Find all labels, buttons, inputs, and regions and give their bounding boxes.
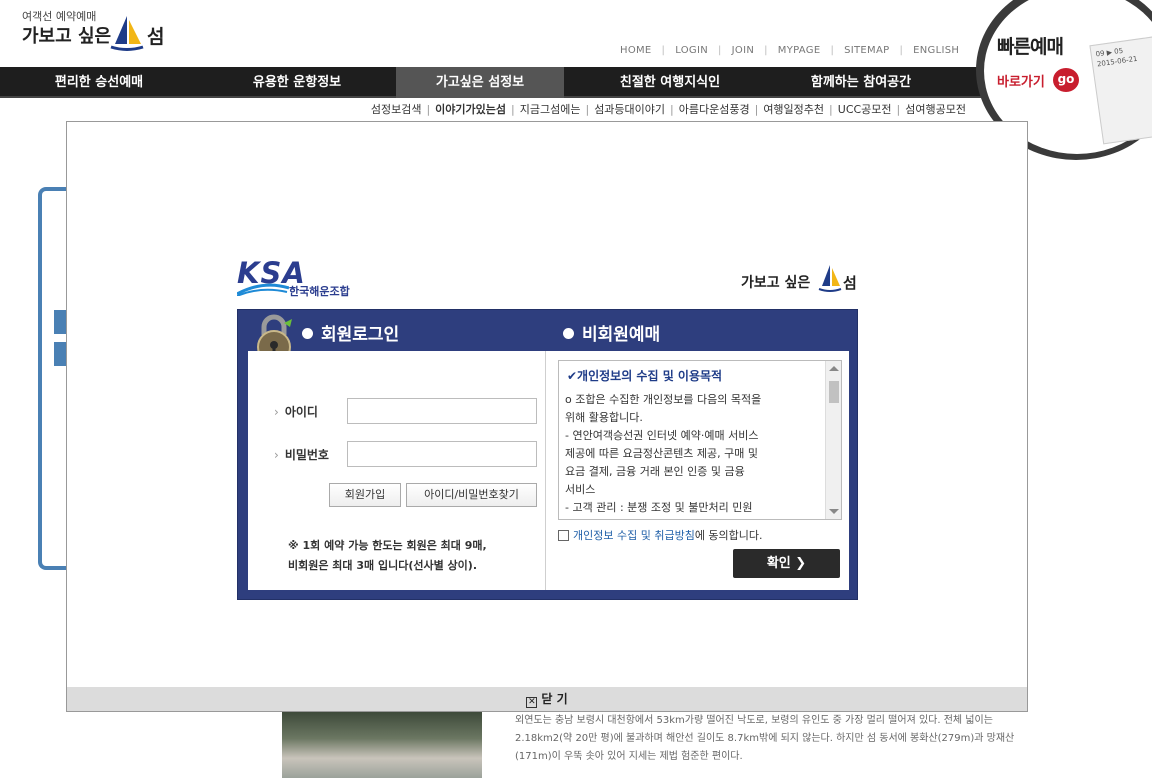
agree-text: 에 동의합니다.: [694, 529, 763, 542]
close-icon: ✕: [526, 697, 538, 708]
member-login-tab[interactable]: 회원로그인: [302, 320, 399, 345]
nav-login[interactable]: LOGIN: [675, 45, 708, 56]
radio-selected-icon: [302, 328, 313, 339]
scroll-thumb[interactable]: [829, 381, 839, 403]
snb-item[interactable]: 여행일정추천: [763, 101, 824, 117]
modal-brand-text: 가보고 싶은: [741, 275, 811, 291]
gnb-island-info[interactable]: 가고싶은 섬정보: [396, 67, 564, 98]
ksa-name: 한국해운조합: [289, 285, 350, 298]
brand-logo-text[interactable]: 가보고 싶은: [22, 22, 111, 48]
nonmember-panel: ✔개인정보의 수집 및 이용목적 o 조합은 수집한 개인정보를 다음의 목적을…: [558, 351, 848, 590]
quick-go-button[interactable]: go: [1053, 68, 1079, 92]
id-input[interactable]: [347, 398, 537, 424]
sail-logo-icon: [818, 265, 842, 292]
snb-item[interactable]: 섬과등대이야기: [594, 101, 665, 117]
nonmember-title: 비회원예매: [582, 325, 661, 345]
nonmember-booking-tab[interactable]: 비회원예매: [563, 320, 660, 345]
snb-item[interactable]: 섬정보검색: [371, 101, 422, 117]
gnb-operation-info[interactable]: 유용한 운항정보: [198, 67, 396, 98]
nav-sitemap[interactable]: SITEMAP: [844, 45, 889, 56]
member-login-title: 회원로그인: [321, 325, 400, 345]
page: 여객선 예약예매 가보고 싶은 섬 HOME | LOGIN | JOIN | MYP…: [0, 0, 1152, 778]
nav-english[interactable]: ENGLISH: [913, 45, 959, 56]
sub-nav: 섬정보검색 | 이야기가있는섬 | 지금그섬에는 | 섬과등대이야기 | 아름다운섬풍경…: [370, 101, 966, 117]
gnb-travel-knowledge[interactable]: 친절한 여행지식인: [564, 67, 776, 98]
nav-home[interactable]: HOME: [620, 45, 652, 56]
close-button[interactable]: ✕ 닫 기: [67, 687, 1027, 711]
snb-item[interactable]: 아름다운섬풍경: [679, 101, 750, 117]
sail-logo-icon: [110, 16, 144, 51]
snb-item[interactable]: 섬여행공모전: [905, 101, 966, 117]
privacy-title: ✔개인정보의 수집 및 이용목적: [567, 369, 723, 383]
privacy-policy-link[interactable]: 개인정보 수집 및 취급방침: [573, 527, 695, 543]
privacy-policy-box: ✔개인정보의 수집 및 이용목적 o 조합은 수집한 개인정보를 다음의 목적을…: [558, 360, 842, 520]
id-label: › 아이디: [274, 405, 318, 419]
login-box: 회원로그인 비회원예매 › 아이디 › 비밀번호 회원가입 아이디/비밀번호찾기 ※…: [237, 309, 858, 600]
privacy-scrollbar[interactable]: [825, 361, 841, 519]
ksa-swoosh-icon: [237, 283, 289, 296]
close-label: 닫 기: [541, 692, 568, 706]
booking-limit-note: ※ 1회 예약 가능 한도는 회원은 최대 9매, 비회원은 최대 3매 입니다…: [288, 539, 487, 572]
radio-icon: [563, 328, 574, 339]
snb-item[interactable]: 지금그섬에는: [520, 101, 581, 117]
password-input[interactable]: [347, 441, 537, 467]
gnb-participation[interactable]: 함께하는 참여공간: [776, 67, 946, 98]
privacy-agree: 개인정보 수집 및 취급방침 에 동의합니다.: [558, 527, 763, 543]
snb-item-active[interactable]: 이야기가있는섬: [435, 101, 506, 117]
island-description: 외연도는 충남 보령시 대천항에서 53km가량 떨어진 낙도로, 보령의 유인…: [515, 715, 1015, 762]
confirm-button[interactable]: 확인 ❯: [733, 549, 840, 578]
login-modal: KSA 한국해운조합 가보고 싶은 섬 회원로그인 비회원예매 › 아이디 › …: [66, 121, 1028, 712]
island-photo: [282, 712, 482, 778]
background-panel: [38, 187, 68, 570]
nav-join[interactable]: JOIN: [732, 45, 754, 56]
modal-brand-island: 섬: [843, 274, 857, 292]
find-id-password-button[interactable]: 아이디/비밀번호찾기: [406, 483, 537, 507]
gnb-booking[interactable]: 편리한 승선예매: [0, 67, 198, 98]
password-label: › 비밀번호: [274, 448, 329, 462]
join-button[interactable]: 회원가입: [329, 483, 401, 507]
privacy-text: o 조합은 수집한 개인정보를 다음의 목적을 위해 활용합니다. - 연안여객…: [565, 393, 762, 514]
ksa-logo: KSA 한국해운조합: [237, 256, 350, 298]
agree-checkbox[interactable]: [558, 529, 569, 541]
quick-booking-title[interactable]: 빠른예매: [997, 32, 1064, 59]
scroll-down-icon[interactable]: [829, 509, 839, 514]
login-body: › 아이디 › 비밀번호 회원가입 아이디/비밀번호찾기 ※ 1회 예약 가능 한도…: [248, 351, 849, 590]
nav-mypage[interactable]: MYPAGE: [778, 45, 821, 56]
member-login-panel: › 아이디 › 비밀번호 회원가입 아이디/비밀번호찾기 ※ 1회 예약 가능 한도…: [248, 351, 546, 590]
utility-nav: HOME | LOGIN | JOIN | MYPAGE | SITEMAP | ENGL…: [620, 45, 960, 56]
quick-booking-link[interactable]: 바로가기: [997, 71, 1045, 90]
brand-logo-island: 섬: [147, 26, 165, 48]
scroll-up-icon[interactable]: [829, 366, 839, 371]
snb-item[interactable]: UCC공모전: [838, 101, 892, 117]
